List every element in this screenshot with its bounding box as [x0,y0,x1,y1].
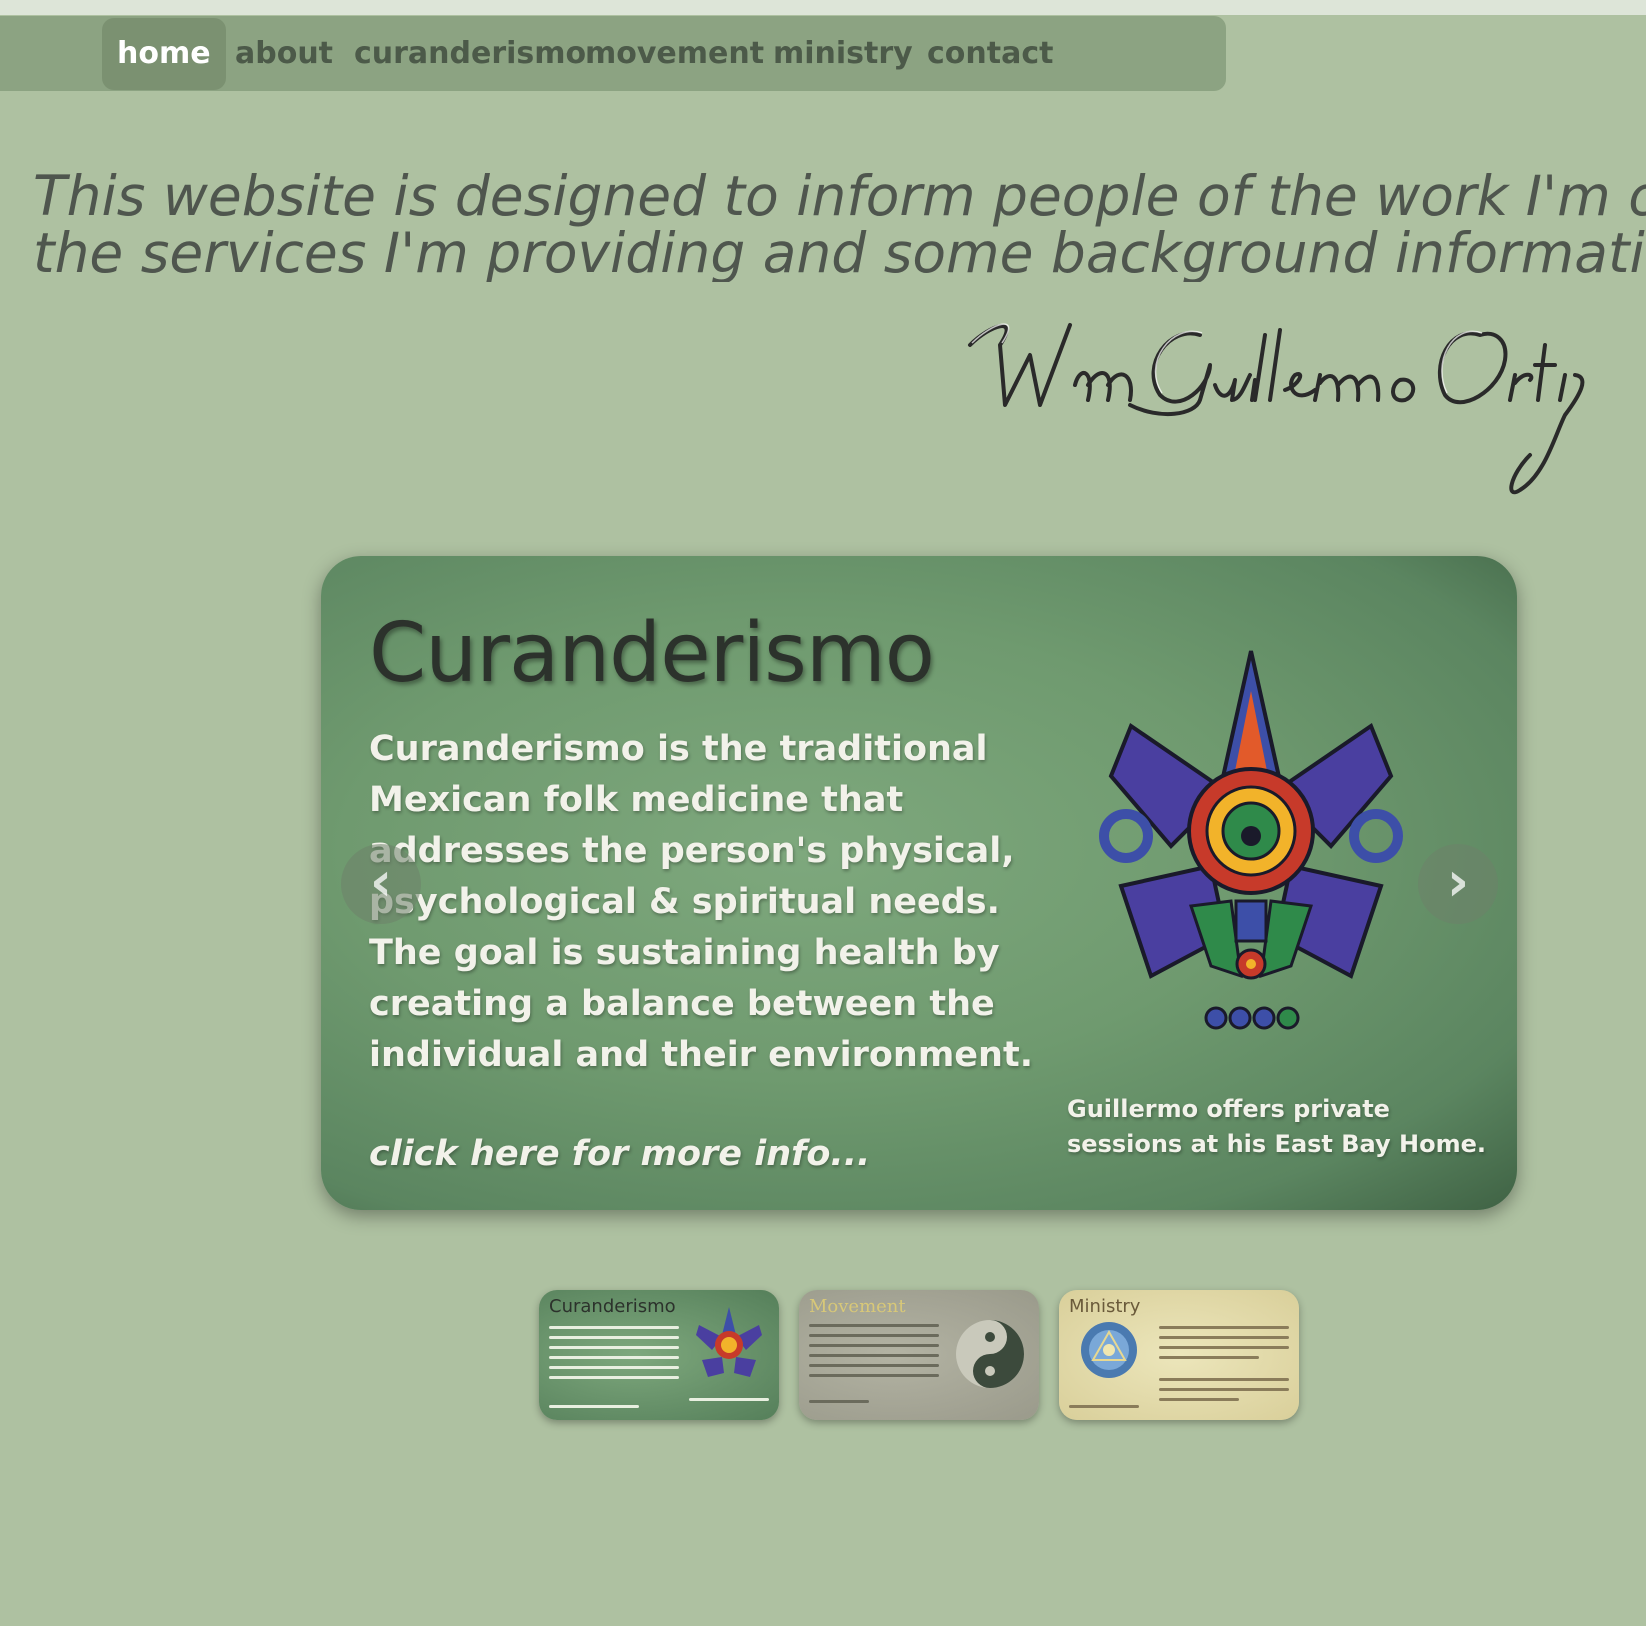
thumbnail-title: Curanderismo [549,1296,676,1317]
more-info-link[interactable]: click here for more info... [369,1134,870,1174]
thumbnail-text-line [809,1344,939,1347]
thumbnail-text-line [1159,1336,1289,1339]
aztec-emblem-icon [1099,650,1403,1030]
mandala-icon [1081,1322,1137,1378]
thumbnail-text-line [549,1326,679,1329]
slide-title: Curanderismo [369,606,935,701]
thumbnail-text-line [809,1400,869,1403]
intro-text: This website is designed to inform peopl… [33,168,1646,282]
thumbnail-text-line [1159,1326,1289,1329]
thumbnail-text-line [549,1376,679,1379]
nav-item-contact[interactable]: contact [927,18,1053,90]
yin-yang-icon [956,1320,1024,1388]
intro-line-1: This website is designed to inform peopl… [33,168,1646,228]
thumbnail-text-line [809,1324,939,1327]
nav-item-movement[interactable]: movement [585,18,764,90]
thumbnail-text-line [809,1364,939,1367]
thumbnail-text-line [549,1346,679,1349]
thumbnail-text-line [1159,1356,1259,1359]
main-nav: home about curanderismo movement ministr… [0,16,1226,91]
thumbnail-text-line [809,1334,939,1337]
nav-item-home[interactable]: home [102,18,226,90]
thumbnail-text-line [1159,1346,1289,1349]
slider-next-button[interactable]: › [1418,844,1498,924]
thumbnail-text-line [549,1405,639,1408]
thumbnail-curanderismo[interactable]: Curanderismo [539,1290,779,1420]
slider-prev-button[interactable]: ‹ [341,844,421,924]
image-slider: Curanderismo Curanderismo is the traditi… [321,556,1517,1210]
aztec-emblem-icon [696,1307,762,1377]
thumbnail-text-line [1069,1405,1139,1408]
thumbnail-title: Ministry [1069,1296,1141,1317]
intro-line-2: the services I'm providing and some back… [33,221,1646,282]
slide-description: Curanderismo is the traditional Mexican … [369,729,1033,1075]
thumbnail-text-line [549,1336,679,1339]
slide-note: Guillermo offers private sessions at his… [1067,1095,1486,1158]
thumbnail-movement[interactable]: Movement [799,1290,1039,1420]
nav-item-curanderismo[interactable]: curanderismo [354,18,586,90]
nav-item-ministry[interactable]: ministry [773,18,913,90]
thumbnail-text-line [1159,1378,1289,1381]
thumbnail-text-line [689,1398,769,1401]
thumbnail-text-line [809,1354,939,1357]
thumbnail-title: Movement [809,1296,906,1317]
thumbnail-ministry[interactable]: Ministry [1059,1290,1299,1420]
top-strip [0,0,1646,15]
thumbnail-text-line [809,1374,939,1377]
thumbnail-text-line [549,1356,679,1359]
signature-image [968,323,1585,495]
nav-item-about[interactable]: about [235,18,333,90]
thumbnail-text-line [1159,1398,1239,1401]
thumbnail-text-line [549,1366,679,1369]
thumbnail-text-line [1159,1388,1289,1391]
